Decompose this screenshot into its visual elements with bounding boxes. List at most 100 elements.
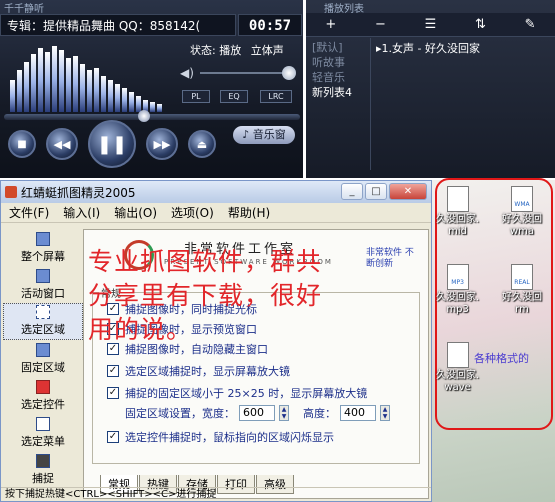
mode-label: 活动窗口	[21, 287, 65, 300]
category-light-music[interactable]: 轻音乐	[312, 70, 370, 85]
status-label: 状态: 播放	[190, 44, 242, 57]
mp3-file-icon: MP3	[446, 264, 469, 290]
mode-label: 固定区域	[21, 361, 65, 374]
option-label: 选定区域捕捉时，显示屏幕放大镜	[125, 365, 290, 378]
width-input[interactable]: 600	[239, 405, 275, 421]
add-icon[interactable]: +	[325, 17, 336, 32]
close-button[interactable]: ✕	[389, 183, 427, 200]
file-ext: rm	[515, 304, 529, 315]
file-name: 久没回家.	[436, 214, 480, 225]
edit-icon[interactable]: ✎	[525, 17, 536, 32]
desktop-area: 久没回家. mid WMA 好久没回 wma MP3 久没回家. mp3 REA…	[432, 178, 555, 502]
player-title: 千千静听	[4, 4, 44, 15]
mode-selected-menu[interactable]: 选定菜单	[3, 414, 83, 451]
file-name: 好久没回	[502, 214, 542, 225]
menu-input[interactable]: 输入(I)	[63, 204, 100, 221]
desktop-file-wave[interactable]: 久没回家. wave	[436, 342, 479, 394]
music-player: 千千静听 专辑：提供精品舞曲 QQ：858142( 00:57 状态: 播放 立…	[0, 0, 303, 178]
mode-fixed-region[interactable]: 固定区域	[3, 340, 83, 377]
checkbox[interactable]: ✓	[107, 431, 119, 443]
volume-slider[interactable]	[200, 72, 292, 74]
option-fixed-magnifier[interactable]: ✓ 捕捉的固定区域小于 25×25 时，显示屏幕放大镜	[107, 385, 367, 401]
seek-bar[interactable]	[4, 114, 300, 120]
wma-file-icon: WMA	[511, 186, 533, 212]
menu-help[interactable]: 帮助(H)	[228, 204, 270, 221]
monitor-icon	[36, 232, 50, 246]
pause-button[interactable]: ❚❚	[88, 120, 136, 168]
file-ext: wave	[444, 382, 471, 393]
capture-button[interactable]: 捕捉	[3, 451, 83, 488]
desktop-file-rm[interactable]: REAL 好久没回 rm	[502, 264, 542, 316]
mode-full-screen[interactable]: 整个屏幕	[3, 229, 83, 266]
checkbox[interactable]: ✓	[107, 387, 119, 399]
remove-icon[interactable]: −	[375, 17, 386, 32]
control-icon	[36, 380, 50, 394]
capture-mode-sidebar: 整个屏幕 活动窗口 选定区域 固定区域 选定控件 选定菜单 捕捉	[3, 229, 83, 489]
menu-output[interactable]: 输出(O)	[114, 204, 157, 221]
mode-label: 整个屏幕	[21, 250, 65, 263]
region-icon	[36, 305, 50, 319]
stop-button[interactable]: ■	[8, 130, 36, 158]
width-spinner[interactable]: ▲ ▼	[279, 405, 289, 421]
formats-caption: 各种格式的	[474, 352, 529, 365]
playlist-toolbar: + − ☰ ⇅ ✎	[306, 13, 555, 37]
option-label: 选定控件捕捉时，鼠标指向的区域闪烁显示	[125, 431, 334, 444]
menu-options[interactable]: 选项(O)	[171, 204, 214, 221]
eq-button[interactable]: EQ	[220, 90, 248, 103]
next-button[interactable]: ▶▶	[146, 128, 178, 160]
wave-file-icon	[446, 342, 469, 368]
capture-label: 捕捉	[32, 472, 54, 485]
desktop-file-mp3[interactable]: MP3 久没回家. mp3	[436, 264, 479, 316]
music-note-icon: ♪	[242, 128, 250, 141]
file-ext: wma	[509, 226, 535, 237]
spectrum-visualizer	[10, 46, 162, 112]
volume-icon[interactable]: ◀)	[180, 66, 194, 80]
option-region-magnifier[interactable]: ✓ 选定区域捕捉时，显示屏幕放大镜	[107, 363, 290, 379]
file-name: 好久没回	[502, 292, 542, 303]
seek-knob[interactable]	[138, 110, 150, 122]
desktop-file-mid[interactable]: 久没回家. mid	[436, 186, 479, 238]
category-new-list[interactable]: 新列表4	[312, 85, 370, 100]
prev-button[interactable]: ◀◀	[46, 128, 78, 160]
height-spinner[interactable]: ▲ ▼	[380, 405, 390, 421]
playlist-panel: 播放列表 + − ☰ ⇅ ✎ [默认] 听故事 轻音乐 新列表4 ▸1.女声 -…	[306, 0, 555, 178]
option-label: 捕捉的固定区域小于 25×25 时，显示屏幕放大镜	[125, 387, 368, 400]
playlist-divider	[370, 38, 371, 170]
checkbox[interactable]: ✓	[107, 365, 119, 377]
annotation-line: 用的说。	[88, 315, 193, 344]
maximize-button[interactable]: □	[365, 183, 387, 200]
list-icon[interactable]: ☰	[425, 17, 437, 32]
mode-selected-region[interactable]: 选定区域	[3, 303, 83, 340]
play-status: 状态: 播放 立体声	[190, 42, 290, 58]
play-time: 00:57	[238, 14, 302, 36]
camera-icon	[36, 454, 50, 468]
annotation-line: 分享里有下载，很好	[88, 281, 323, 310]
mode-label: 选定区域	[21, 323, 65, 336]
eject-button[interactable]: ⏏	[188, 130, 216, 158]
real-file-icon: REAL	[511, 264, 533, 290]
height-input[interactable]: 400	[340, 405, 376, 421]
song-item[interactable]: ▸1.女声 - 好久没回家	[376, 40, 480, 56]
volume-knob[interactable]	[282, 66, 296, 80]
minimize-button[interactable]: _	[341, 183, 363, 200]
menu-bar: 文件(F) 输入(I) 输出(O) 选项(O) 帮助(H)	[1, 203, 431, 223]
category-default[interactable]: [默认]	[312, 40, 370, 55]
category-stories[interactable]: 听故事	[312, 55, 370, 70]
file-name: 久没回家.	[436, 292, 480, 303]
fixed-label: 固定区域设置，宽度：	[125, 407, 235, 420]
app-icon	[5, 186, 17, 198]
annotation-text: 专业抓图软件，群共 分享里有下载，很好 用的说。	[88, 245, 418, 347]
pl-button[interactable]: PL	[182, 90, 210, 103]
track-info: 专辑：提供精品舞曲 QQ：858142(	[0, 14, 236, 36]
fixed-region-settings: 固定区域设置，宽度： 600 ▲ ▼ 高度： 400 ▲ ▼	[125, 405, 390, 421]
music-window-button[interactable]: ♪ 音乐窗	[233, 126, 295, 144]
option-control-flash[interactable]: ✓ 选定控件捕捉时，鼠标指向的区域闪烁显示	[107, 429, 334, 445]
mode-selected-control[interactable]: 选定控件	[3, 377, 83, 414]
music-window-label: 音乐窗	[252, 128, 286, 141]
window-icon	[36, 269, 50, 283]
lrc-button[interactable]: LRC	[260, 90, 292, 103]
mode-active-window[interactable]: 活动窗口	[3, 266, 83, 303]
sort-icon[interactable]: ⇅	[475, 17, 486, 32]
menu-file[interactable]: 文件(F)	[9, 204, 49, 221]
desktop-file-wma[interactable]: WMA 好久没回 wma	[502, 186, 542, 238]
